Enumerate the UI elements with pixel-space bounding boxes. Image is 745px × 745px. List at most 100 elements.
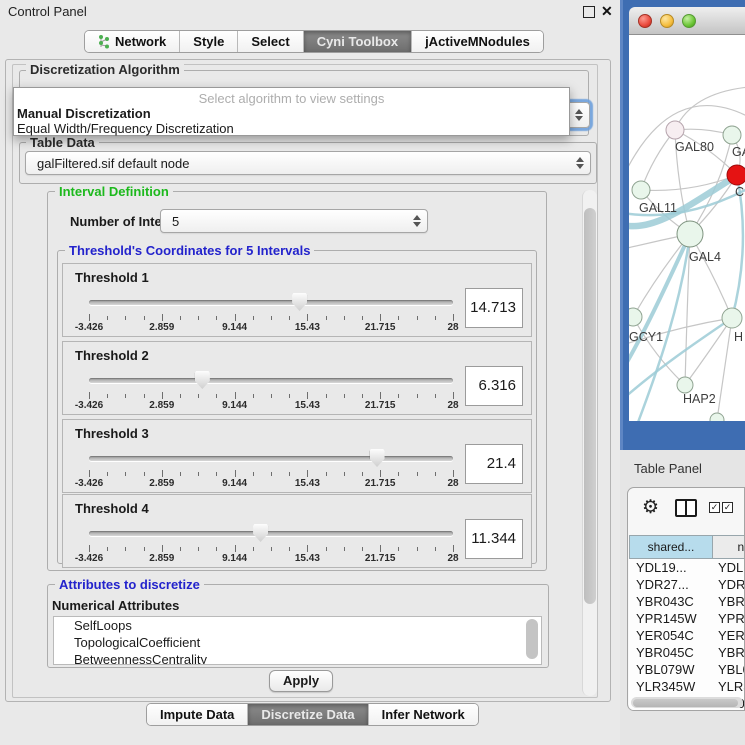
column-header-name[interactable]: name bbox=[713, 535, 745, 559]
slider-track[interactable] bbox=[89, 300, 453, 305]
checkbox-icon[interactable]: ✓ bbox=[709, 502, 720, 513]
numerical-attributes-label: Numerical Attributes bbox=[52, 598, 179, 613]
network-edge[interactable] bbox=[685, 318, 732, 385]
attribute-list-item[interactable]: SelfLoops bbox=[54, 617, 541, 634]
slider-handle[interactable] bbox=[292, 293, 307, 311]
attributes-scrollbar-thumb[interactable] bbox=[526, 619, 538, 659]
close-traffic-light-icon[interactable] bbox=[638, 14, 652, 28]
network-node[interactable] bbox=[727, 165, 745, 185]
slider-handle[interactable] bbox=[195, 371, 210, 389]
tab-cyni-toolbox[interactable]: Cyni Toolbox bbox=[303, 31, 411, 52]
tab-network[interactable]: Network bbox=[85, 31, 179, 52]
table-row[interactable]: YBL079WYBL0 bbox=[629, 661, 745, 678]
control-panel: Control Panel ✕ NetworkStyleSelectCyni T… bbox=[0, 0, 620, 745]
network-node[interactable] bbox=[723, 126, 741, 144]
tick-label: -3.426 bbox=[75, 478, 103, 489]
checkbox-icon[interactable]: ✓ bbox=[722, 502, 733, 513]
network-edge[interactable] bbox=[690, 234, 732, 318]
zoom-traffic-light-icon[interactable] bbox=[682, 14, 696, 28]
minimize-traffic-light-icon[interactable] bbox=[660, 14, 674, 28]
tab-select[interactable]: Select bbox=[237, 31, 302, 52]
network-edge[interactable] bbox=[633, 317, 685, 385]
network-edge[interactable] bbox=[633, 234, 690, 317]
threshold-value-field[interactable]: 11.344 bbox=[465, 519, 523, 559]
tab-jactivemnodules[interactable]: jActiveMNodules bbox=[411, 31, 543, 52]
threshold-label: Threshold 1 bbox=[75, 270, 149, 285]
threshold-value-field[interactable]: 14.713 bbox=[465, 288, 523, 328]
tick-mark bbox=[216, 472, 217, 476]
tick-label: 9.144 bbox=[222, 553, 247, 564]
attribute-list-item[interactable]: BetweennessCentrality bbox=[54, 651, 541, 665]
bottom-tab-infer-network[interactable]: Infer Network bbox=[368, 704, 478, 725]
cell-shared-name: YDR27... bbox=[629, 576, 713, 593]
table-hscrollbar-track[interactable] bbox=[631, 697, 743, 708]
network-node[interactable] bbox=[677, 377, 693, 393]
tick-mark bbox=[398, 394, 399, 398]
table-row[interactable]: YER054CYER0 bbox=[629, 627, 745, 644]
slider-handle[interactable] bbox=[253, 524, 268, 542]
threshold-slider[interactable]: -3.4262.8599.14415.4321.71528 bbox=[87, 523, 455, 567]
tick-mark bbox=[380, 314, 381, 321]
tick-mark bbox=[271, 394, 272, 398]
table-hscrollbar-thumb[interactable] bbox=[633, 699, 738, 707]
slider-handle[interactable] bbox=[370, 449, 385, 467]
network-node[interactable] bbox=[677, 221, 703, 247]
slider-track[interactable] bbox=[89, 531, 453, 536]
bottom-tab-label: Impute Data bbox=[160, 707, 234, 722]
tick-label: 9.144 bbox=[222, 478, 247, 489]
tick-mark bbox=[253, 547, 254, 551]
column-header-shared-name[interactable]: shared... bbox=[629, 535, 713, 559]
tick-mark bbox=[344, 547, 345, 551]
table-row[interactable]: YDL19...YDL1 bbox=[629, 559, 745, 576]
tick-mark bbox=[235, 392, 236, 399]
slider-track[interactable] bbox=[89, 378, 453, 383]
network-edge[interactable] bbox=[717, 318, 732, 420]
bottom-tab-impute-data[interactable]: Impute Data bbox=[147, 704, 247, 725]
tab-style[interactable]: Style bbox=[179, 31, 237, 52]
number-of-intervals-combobox[interactable]: 5 bbox=[160, 209, 428, 233]
gear-icon[interactable]: ⚙ bbox=[642, 496, 659, 519]
tick-mark bbox=[235, 470, 236, 477]
network-node[interactable] bbox=[722, 308, 742, 328]
panel-scrollbar-thumb[interactable] bbox=[584, 208, 596, 604]
tick-mark bbox=[271, 547, 272, 551]
slider-track[interactable] bbox=[89, 456, 453, 461]
network-node[interactable] bbox=[666, 121, 684, 139]
tick-mark bbox=[362, 316, 363, 320]
network-node[interactable] bbox=[710, 413, 724, 421]
network-window-titlebar[interactable] bbox=[629, 7, 745, 35]
threshold-value-field[interactable]: 21.4 bbox=[465, 444, 523, 484]
network-canvas[interactable]: GAL80GACGAL11GAL4GCY1HHAP2 bbox=[629, 35, 745, 421]
cell-shared-name: YLR345W bbox=[629, 678, 713, 695]
tick-mark bbox=[435, 394, 436, 398]
popup-item-equal-width-frequency[interactable]: Equal Width/Frequency Discretization bbox=[17, 121, 234, 136]
apply-button[interactable]: Apply bbox=[269, 670, 333, 692]
combo-stepper-icon[interactable] bbox=[576, 157, 584, 169]
attribute-list-item[interactable]: TopologicalCoefficient bbox=[54, 634, 541, 651]
network-edge[interactable] bbox=[629, 234, 690, 369]
close-icon[interactable]: ✕ bbox=[601, 3, 613, 20]
table-row[interactable]: YBR043CYBR0 bbox=[629, 593, 745, 610]
float-panel-icon[interactable] bbox=[583, 6, 595, 18]
tick-mark bbox=[162, 314, 163, 321]
threshold-slider[interactable]: -3.4262.8599.14415.4321.71528 bbox=[87, 370, 455, 414]
threshold-slider[interactable]: -3.4262.8599.14415.4321.71528 bbox=[87, 448, 455, 492]
threshold-value-field[interactable]: 6.316 bbox=[465, 366, 523, 406]
table-row[interactable]: YBR045CYBR0 bbox=[629, 644, 745, 661]
tick-mark bbox=[344, 316, 345, 320]
table-row[interactable]: YPR145WYPR1 bbox=[629, 610, 745, 627]
tick-mark bbox=[344, 394, 345, 398]
combo-stepper-icon[interactable] bbox=[575, 109, 583, 121]
network-node[interactable] bbox=[629, 308, 642, 326]
table-row[interactable]: YDR27...YDR2 bbox=[629, 576, 745, 593]
table-data-combobox[interactable]: galFiltered.sif default node bbox=[25, 151, 591, 175]
popup-item-manual-discretization[interactable]: Manual Discretization bbox=[17, 106, 151, 121]
split-columns-icon[interactable] bbox=[675, 499, 697, 517]
combo-stepper-icon[interactable] bbox=[413, 215, 421, 227]
algorithm-dropdown-popup: Select algorithm to view settings Manual… bbox=[13, 87, 570, 136]
threshold-slider[interactable]: -3.4262.8599.14415.4321.71528 bbox=[87, 292, 455, 336]
network-node[interactable] bbox=[632, 181, 650, 199]
table-row[interactable]: YLR345WYLR3 bbox=[629, 678, 745, 695]
bottom-tab-discretize-data[interactable]: Discretize Data bbox=[247, 704, 367, 725]
tick-mark bbox=[417, 316, 418, 320]
